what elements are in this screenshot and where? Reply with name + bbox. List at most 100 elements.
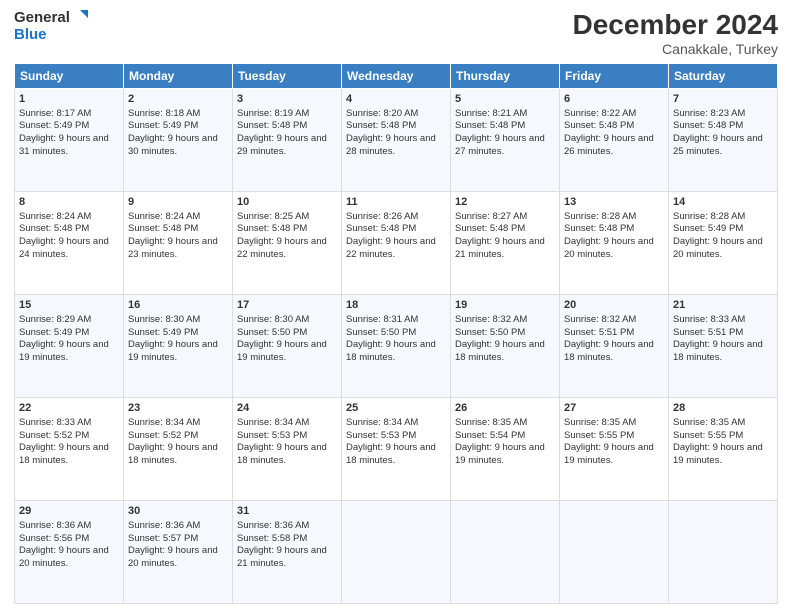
sunset-text: Sunset: 5:49 PM (19, 327, 89, 338)
sunrise-text: Sunrise: 8:30 AM (128, 314, 200, 325)
calendar-cell: 1Sunrise: 8:17 AMSunset: 5:49 PMDaylight… (15, 88, 124, 191)
day-number: 11 (346, 195, 446, 210)
daylight-text: Daylight: 9 hours and 21 minutes. (237, 545, 327, 569)
sunrise-text: Sunrise: 8:24 AM (19, 211, 91, 222)
sunset-text: Sunset: 5:56 PM (19, 533, 89, 544)
day-number: 16 (128, 298, 228, 313)
calendar-cell (451, 500, 560, 603)
daylight-text: Daylight: 9 hours and 18 minutes. (19, 442, 109, 466)
col-header-tuesday: Tuesday (233, 63, 342, 88)
daylight-text: Daylight: 9 hours and 21 minutes. (455, 236, 545, 260)
sunset-text: Sunset: 5:48 PM (346, 223, 416, 234)
daylight-text: Daylight: 9 hours and 18 minutes. (564, 339, 654, 363)
day-number: 22 (19, 401, 119, 416)
sunset-text: Sunset: 5:49 PM (128, 120, 198, 131)
sunrise-text: Sunrise: 8:26 AM (346, 211, 418, 222)
calendar-cell: 25Sunrise: 8:34 AMSunset: 5:53 PMDayligh… (342, 397, 451, 500)
sunset-text: Sunset: 5:55 PM (673, 430, 743, 441)
sunrise-text: Sunrise: 8:35 AM (455, 417, 527, 428)
sunset-text: Sunset: 5:49 PM (128, 327, 198, 338)
calendar-table: SundayMondayTuesdayWednesdayThursdayFrid… (14, 63, 778, 604)
sunset-text: Sunset: 5:53 PM (237, 430, 307, 441)
title-block: December 2024 Canakkale, Turkey (573, 10, 778, 57)
calendar-cell: 16Sunrise: 8:30 AMSunset: 5:49 PMDayligh… (124, 294, 233, 397)
day-number: 20 (564, 298, 664, 313)
sunset-text: Sunset: 5:52 PM (128, 430, 198, 441)
daylight-text: Daylight: 9 hours and 28 minutes. (346, 133, 436, 157)
daylight-text: Daylight: 9 hours and 19 minutes. (237, 339, 327, 363)
logo-general: General (14, 10, 70, 27)
day-number: 10 (237, 195, 337, 210)
col-header-sunday: Sunday (15, 63, 124, 88)
calendar-cell: 9Sunrise: 8:24 AMSunset: 5:48 PMDaylight… (124, 191, 233, 294)
day-number: 1 (19, 92, 119, 107)
sunrise-text: Sunrise: 8:22 AM (564, 108, 636, 119)
day-number: 13 (564, 195, 664, 210)
sunset-text: Sunset: 5:58 PM (237, 533, 307, 544)
sunrise-text: Sunrise: 8:35 AM (673, 417, 745, 428)
sunrise-text: Sunrise: 8:19 AM (237, 108, 309, 119)
sunrise-text: Sunrise: 8:34 AM (237, 417, 309, 428)
calendar-cell: 29Sunrise: 8:36 AMSunset: 5:56 PMDayligh… (15, 500, 124, 603)
daylight-text: Daylight: 9 hours and 20 minutes. (128, 545, 218, 569)
main-title: December 2024 (573, 10, 778, 41)
subtitle: Canakkale, Turkey (573, 41, 778, 57)
calendar-cell: 13Sunrise: 8:28 AMSunset: 5:48 PMDayligh… (560, 191, 669, 294)
sunset-text: Sunset: 5:57 PM (128, 533, 198, 544)
calendar-cell: 12Sunrise: 8:27 AMSunset: 5:48 PMDayligh… (451, 191, 560, 294)
daylight-text: Daylight: 9 hours and 20 minutes. (673, 236, 763, 260)
calendar-cell: 28Sunrise: 8:35 AMSunset: 5:55 PMDayligh… (669, 397, 778, 500)
calendar-cell: 8Sunrise: 8:24 AMSunset: 5:48 PM Daylight… (15, 191, 124, 294)
day-number: 29 (19, 504, 119, 519)
day-number: 8 (19, 195, 119, 210)
calendar-cell: 18Sunrise: 8:31 AMSunset: 5:50 PMDayligh… (342, 294, 451, 397)
sunset-text: Sunset: 5:49 PM (673, 223, 743, 234)
daylight-text: Daylight: 9 hours and 20 minutes. (564, 236, 654, 260)
sunrise-text: Sunrise: 8:24 AM (128, 211, 200, 222)
day-number: 14 (673, 195, 773, 210)
col-header-friday: Friday (560, 63, 669, 88)
sunset-text: Sunset: 5:48 PM (564, 120, 634, 131)
sunrise-text: Sunrise: 8:21 AM (455, 108, 527, 119)
sunrise-text: Sunrise: 8:23 AM (673, 108, 745, 119)
calendar-cell: 19Sunrise: 8:32 AMSunset: 5:50 PMDayligh… (451, 294, 560, 397)
day-number: 31 (237, 504, 337, 519)
col-header-saturday: Saturday (669, 63, 778, 88)
calendar-cell: 2Sunrise: 8:18 AMSunset: 5:49 PMDaylight… (124, 88, 233, 191)
day-number: 18 (346, 298, 446, 313)
calendar-cell: 23Sunrise: 8:34 AMSunset: 5:52 PMDayligh… (124, 397, 233, 500)
sunset-text: Sunset: 5:48 PM (455, 120, 525, 131)
logo-arrow-icon (72, 10, 88, 26)
day-number: 24 (237, 401, 337, 416)
day-number: 15 (19, 298, 119, 313)
daylight-text: Daylight: 9 hours and 19 minutes. (673, 442, 763, 466)
sunrise-text: Sunrise: 8:30 AM (237, 314, 309, 325)
sunset-text: Sunset: 5:48 PM (19, 223, 89, 234)
day-number: 12 (455, 195, 555, 210)
daylight-text: Daylight: 9 hours and 24 minutes. (19, 236, 109, 260)
sunset-text: Sunset: 5:51 PM (564, 327, 634, 338)
daylight-text: Daylight: 9 hours and 19 minutes. (19, 339, 109, 363)
calendar-cell (560, 500, 669, 603)
day-number: 4 (346, 92, 446, 107)
calendar-cell: 5Sunrise: 8:21 AMSunset: 5:48 PMDaylight… (451, 88, 560, 191)
sunset-text: Sunset: 5:55 PM (564, 430, 634, 441)
sunrise-text: Sunrise: 8:36 AM (237, 520, 309, 531)
calendar-cell: 10Sunrise: 8:25 AMSunset: 5:48 PMDayligh… (233, 191, 342, 294)
sunset-text: Sunset: 5:48 PM (673, 120, 743, 131)
sunset-text: Sunset: 5:50 PM (455, 327, 525, 338)
day-number: 3 (237, 92, 337, 107)
daylight-text: Daylight: 9 hours and 29 minutes. (237, 133, 327, 157)
calendar-cell: 26Sunrise: 8:35 AMSunset: 5:54 PMDayligh… (451, 397, 560, 500)
col-header-monday: Monday (124, 63, 233, 88)
day-number: 5 (455, 92, 555, 107)
calendar-cell: 14Sunrise: 8:28 AMSunset: 5:49 PMDayligh… (669, 191, 778, 294)
day-number: 7 (673, 92, 773, 107)
daylight-text: Daylight: 9 hours and 26 minutes. (564, 133, 654, 157)
sunset-text: Sunset: 5:48 PM (128, 223, 198, 234)
daylight-text: Daylight: 9 hours and 22 minutes. (237, 236, 327, 260)
calendar-cell: 4Sunrise: 8:20 AMSunset: 5:48 PMDaylight… (342, 88, 451, 191)
col-header-thursday: Thursday (451, 63, 560, 88)
daylight-text: Daylight: 9 hours and 23 minutes. (128, 236, 218, 260)
sunrise-text: Sunrise: 8:17 AM (19, 108, 91, 119)
